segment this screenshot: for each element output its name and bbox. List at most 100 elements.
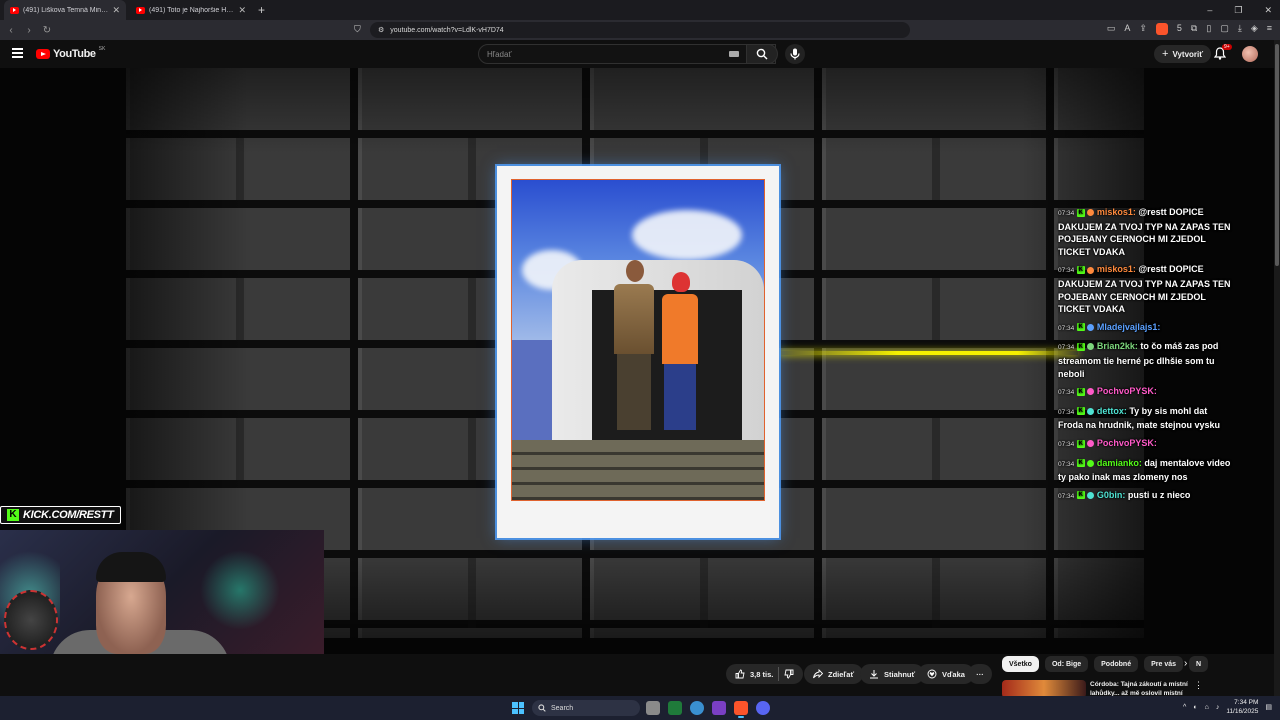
wallet-icon[interactable]: ▢	[1220, 23, 1229, 35]
extension-badge[interactable]: 5	[1177, 23, 1182, 35]
sidebar-icon[interactable]: ▯	[1206, 23, 1211, 35]
voice-search-button[interactable]	[785, 44, 805, 64]
chat-username: miskos1:	[1096, 207, 1136, 217]
notification-center-icon[interactable]: ▤	[1265, 703, 1272, 711]
chat-timestamp: 07:34	[1058, 492, 1075, 500]
taskbar-time: 7:34 PM	[1234, 699, 1259, 706]
chips-next-arrow-icon[interactable]: ›	[1184, 658, 1187, 669]
create-button[interactable]: + Vytvoriť	[1154, 45, 1212, 63]
plus-icon: +	[1162, 48, 1169, 60]
photo-image	[512, 180, 764, 500]
site-settings-icon[interactable]: ⚙	[378, 26, 384, 34]
search-box	[478, 44, 776, 64]
tab-close-icon[interactable]: ✕	[112, 5, 120, 16]
maximize-button[interactable]: ❐	[1234, 5, 1242, 16]
chat-timestamp: 07:34	[1058, 440, 1075, 448]
taskbar-clock[interactable]: 7:34 PM 11/16/2025	[1226, 698, 1258, 716]
bookmark-icon[interactable]: ⛉	[354, 24, 361, 35]
guide-menu-icon[interactable]	[12, 48, 23, 60]
kick-badge-icon: K	[1076, 266, 1085, 274]
chat-username: Brian2kk:	[1096, 341, 1138, 352]
cast-icon[interactable]: ▭	[1107, 23, 1116, 35]
chat-message: 07:34 K G0bin: pusti u z nieco	[1058, 489, 1234, 504]
keyboard-icon[interactable]	[729, 51, 739, 57]
translate-icon[interactable]: A	[1124, 23, 1130, 35]
menu-icon[interactable]: ≡	[1267, 23, 1272, 35]
chrome-app-icon[interactable]	[690, 701, 704, 715]
kick-badge-icon: K	[1076, 407, 1085, 416]
browser-tab-active[interactable]: (491) Liškova Temná Minulost ✕	[4, 0, 126, 20]
photo-person	[614, 260, 658, 430]
extensions-icon[interactable]: ⧉	[1191, 23, 1197, 35]
windows-start-icon[interactable]	[512, 702, 524, 714]
vpn-icon[interactable]: ◈	[1251, 23, 1258, 35]
download-button[interactable]: Stiahnuť	[860, 664, 925, 684]
windows-taskbar: Search ^ ◐ ⌂ ♪ 7:34 PM 11/16/2025 ▤	[0, 696, 1280, 720]
dislike-icon[interactable]	[784, 669, 794, 679]
streamer-webcam	[0, 530, 324, 654]
chat-timestamp: 07:34	[1058, 267, 1075, 275]
new-tab-button[interactable]: +	[258, 3, 265, 17]
download-icon[interactable]: ⤓	[1238, 23, 1242, 35]
chat-timestamp: 07:34	[1058, 389, 1075, 397]
twitch-app-icon[interactable]	[712, 701, 726, 715]
tab-title: (491) Toto je Najhoršie Hodnotený H...	[149, 6, 235, 14]
volume-icon[interactable]: ♪	[1216, 704, 1220, 711]
chat-message: 07:34 K miskos1: @restt DOPICE DAKUJEM Z…	[1058, 206, 1234, 258]
discord-app-icon[interactable]	[756, 701, 770, 715]
video-player[interactable]: 07:34 K miskos1: @restt DOPICE DAKUJEM Z…	[0, 68, 1276, 654]
taskbar-search[interactable]: Search	[532, 700, 640, 716]
network-icon[interactable]: ⌂	[1205, 704, 1209, 711]
more-icon: ···	[976, 669, 984, 679]
thanks-button[interactable]: Vďaka	[918, 664, 974, 684]
like-count[interactable]: 3,8 tis.	[750, 670, 773, 679]
video-light-beam	[778, 351, 1078, 355]
brave-shields-icon[interactable]	[1155, 23, 1168, 35]
filter-chip[interactable]: Všetko	[1002, 656, 1039, 672]
page-scrollbar[interactable]	[1274, 40, 1280, 696]
download-label: Stiahnuť	[884, 669, 916, 679]
subscriber-badge-icon	[1087, 343, 1095, 351]
close-window-button[interactable]: ✕	[1264, 5, 1272, 16]
tray-app-icon[interactable]: ◐	[1193, 704, 1197, 711]
stream-chat-overlay: 07:34 K miskos1: @restt DOPICE DAKUJEM Z…	[1058, 206, 1234, 508]
chat-timestamp: 07:34	[1058, 210, 1075, 217]
filter-chip[interactable]: N	[1189, 656, 1209, 672]
filter-chip[interactable]: Podobné	[1094, 656, 1139, 672]
back-icon[interactable]: ‹	[4, 25, 18, 36]
youtube-favicon-icon	[10, 6, 19, 14]
minimize-button[interactable]: –	[1207, 5, 1212, 15]
search-button[interactable]	[746, 44, 778, 64]
share-icon[interactable]: ⇪	[1139, 23, 1147, 35]
browser-tab-strip: (491) Liškova Temná Minulost ✕ (491) Tot…	[0, 0, 1280, 20]
reload-icon[interactable]: ↻	[40, 25, 54, 36]
tab-close-icon[interactable]: ✕	[238, 5, 246, 16]
subscriber-badge-icon	[1087, 323, 1095, 331]
brave-app-icon[interactable]	[734, 701, 748, 715]
video-actions-bar: 3,8 tis. Zdieľať Stiahnuť Vďaka ···	[0, 654, 1000, 696]
search-input[interactable]	[487, 49, 727, 59]
excel-app-icon[interactable]	[668, 701, 682, 715]
kick-banner-text: KICK.COM/RESTT	[23, 509, 114, 521]
chat-message: 07:34 K dettox: Ty by sis mohl dat Froda…	[1058, 405, 1234, 432]
tray-chevron-icon[interactable]: ^	[1183, 704, 1186, 711]
webcam-mascot-figure	[4, 590, 58, 650]
share-button[interactable]: Zdieľať	[804, 664, 864, 684]
address-bar[interactable]: ⚙ youtube.com/watch?v=LdlK-vH7D74	[370, 22, 910, 38]
chat-message: 07:34 K Brian2kk: to čo máš zas pod stre…	[1058, 340, 1234, 380]
subscriber-badge-icon	[1087, 440, 1095, 448]
forward-icon[interactable]: ›	[22, 25, 36, 36]
chat-message: 07:34 K miskos1: @restt DOPICE DAKUJEM Z…	[1058, 263, 1234, 315]
youtube-logo[interactable]: YouTube SK	[36, 46, 105, 60]
task-view-icon[interactable]	[646, 701, 660, 715]
like-dislike-group: 3,8 tis.	[726, 664, 804, 684]
filter-chip[interactable]: Pre vás	[1144, 656, 1184, 672]
browser-tab[interactable]: (491) Toto je Najhoršie Hodnotený H... ✕	[130, 0, 252, 20]
more-actions-button[interactable]: ···	[968, 664, 992, 684]
download-arrow-icon	[870, 670, 878, 679]
kick-badge-icon: K	[1076, 342, 1085, 351]
like-icon[interactable]	[735, 669, 745, 679]
filter-chip[interactable]: Od: Bige	[1044, 656, 1089, 672]
account-avatar[interactable]	[1242, 46, 1258, 62]
recommendation-more-icon[interactable]: ⋮	[1194, 680, 1203, 691]
